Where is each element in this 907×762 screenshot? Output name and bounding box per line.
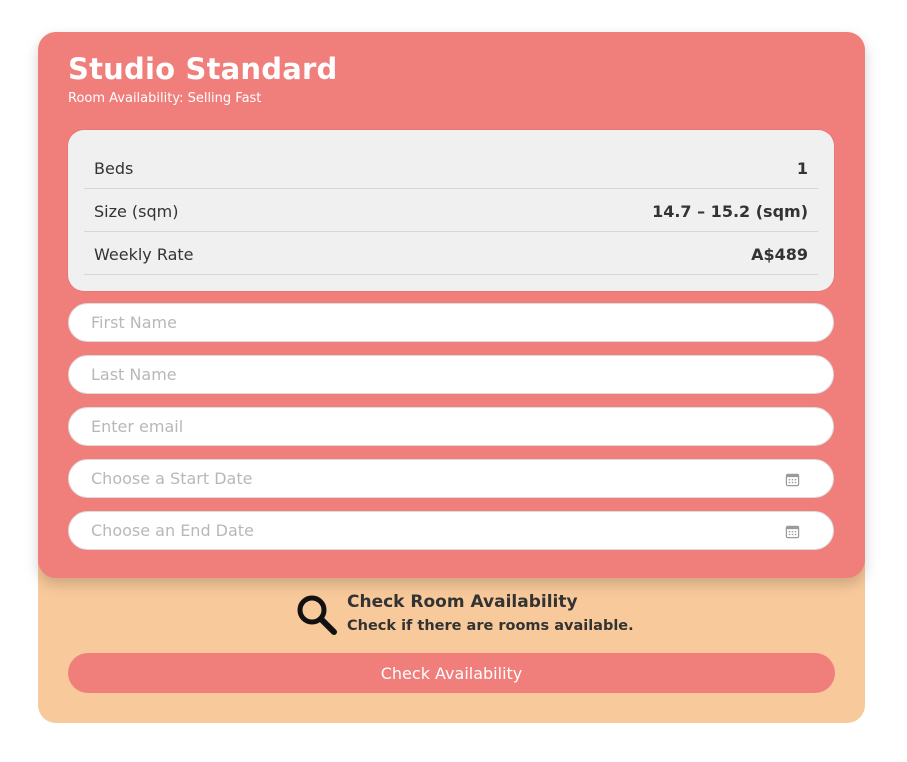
calendar-icon[interactable]: [785, 472, 800, 487]
detail-label: Weekly Rate: [94, 245, 194, 264]
room-availability: Room Availability: Selling Fast: [68, 91, 262, 106]
detail-value: 14.7 – 15.2 (sqm): [652, 202, 808, 221]
last-name-input[interactable]: [68, 355, 834, 394]
room-details: Beds 1 Size (sqm) 14.7 – 15.2 (sqm) Week…: [68, 130, 834, 291]
email-input[interactable]: [68, 407, 834, 446]
room-card: Studio Standard Room Availability: Selli…: [38, 32, 865, 578]
check-subtitle: Check if there are rooms available.: [347, 618, 634, 634]
detail-value: 1: [796, 159, 808, 178]
room-title: Studio Standard: [68, 52, 338, 86]
calendar-icon[interactable]: [785, 524, 800, 539]
end-date-input[interactable]: [68, 511, 834, 550]
check-availability-button[interactable]: Check Availability: [68, 653, 835, 693]
first-name-input[interactable]: [68, 303, 834, 342]
start-date-input[interactable]: [68, 459, 834, 498]
detail-value: A$489: [751, 245, 808, 264]
detail-label: Size (sqm): [94, 202, 179, 221]
detail-row-size: Size (sqm) 14.7 – 15.2 (sqm): [84, 189, 818, 232]
detail-label: Beds: [94, 159, 134, 178]
check-title: Check Room Availability: [347, 592, 578, 612]
detail-row-beds: Beds 1: [84, 146, 818, 189]
detail-row-weekly-rate: Weekly Rate A$489: [84, 232, 818, 275]
search-icon: [297, 595, 337, 635]
